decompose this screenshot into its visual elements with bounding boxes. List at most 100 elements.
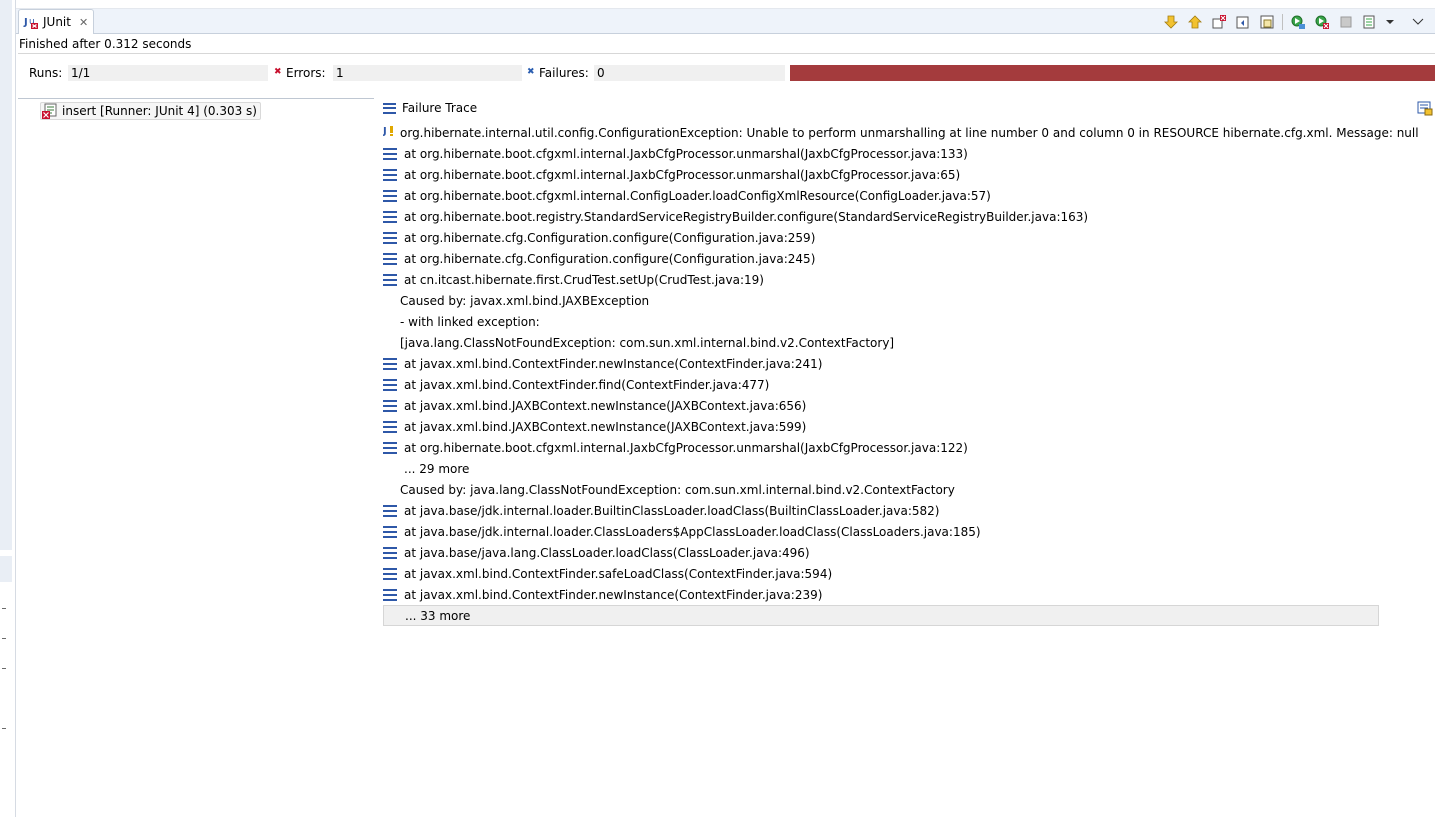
stack-frame-line[interactable]: at javax.xml.bind.ContextFinder.safeLoad… <box>383 563 1379 584</box>
trace-line-text: at org.hibernate.boot.cfgxml.internal.Ja… <box>404 146 968 161</box>
trace-line-text: - with linked exception: <box>400 314 540 329</box>
adjacent-tick <box>2 638 6 639</box>
stack-frame-icon <box>383 168 397 181</box>
stack-frame-line[interactable]: at java.base/jdk.internal.loader.Builtin… <box>383 500 1379 521</box>
trace-line-text: at java.base/jdk.internal.loader.Builtin… <box>404 503 940 518</box>
scroll-lock-icon[interactable] <box>1234 13 1252 31</box>
trace-line-text: at java.base/java.lang.ClassLoader.loadC… <box>404 545 810 560</box>
trace-more-line[interactable]: ... 29 more <box>383 458 1379 479</box>
trace-more-line[interactable]: ... 33 more <box>383 605 1379 626</box>
previous-failure-icon[interactable] <box>1186 13 1204 31</box>
adjacent-view-strip <box>0 0 16 817</box>
stack-frame-line[interactable]: at org.hibernate.cfg.Configuration.confi… <box>383 248 1379 269</box>
error-icon: ✖ <box>274 67 282 77</box>
stop-icon[interactable] <box>1337 13 1355 31</box>
trace-cause-line[interactable]: [java.lang.ClassNotFoundException: com.s… <box>383 332 1379 353</box>
failure-icon: ✖ <box>527 67 535 77</box>
test-run-history-icon[interactable] <box>1361 13 1379 31</box>
failures-label: Failures: <box>539 66 589 80</box>
trace-line-text: at org.hibernate.boot.registry.StandardS… <box>404 209 1089 224</box>
svg-text:J: J <box>23 17 28 28</box>
run-status-text: Finished after 0.312 seconds <box>19 37 192 51</box>
stack-frame-line[interactable]: at org.hibernate.boot.cfgxml.internal.Ja… <box>383 164 1379 185</box>
trace-line-text: at org.hibernate.boot.cfgxml.internal.Ja… <box>404 167 961 182</box>
stack-frame-line[interactable]: at org.hibernate.boot.cfgxml.internal.Co… <box>383 185 1379 206</box>
stack-frame-line[interactable]: at java.base/jdk.internal.loader.ClassLo… <box>383 521 1379 542</box>
tree-item-label: insert [Runner: JUnit 4] (0.303 s) <box>62 104 257 118</box>
stack-frame-line[interactable]: at javax.xml.bind.JAXBContext.newInstanc… <box>383 395 1379 416</box>
chevron-down-icon[interactable] <box>1385 13 1395 31</box>
tree-item-insert[interactable]: insert [Runner: JUnit 4] (0.303 s) <box>40 102 261 120</box>
toolbar-separator <box>1282 13 1283 30</box>
adjacent-tick <box>2 728 6 729</box>
compare-result-icon[interactable] <box>1417 100 1433 116</box>
trace-line-text: Caused by: javax.xml.bind.JAXBException <box>400 293 650 308</box>
close-tab-icon[interactable]: ✕ <box>79 16 88 29</box>
trace-line-text: at java.base/jdk.internal.loader.ClassLo… <box>404 524 981 539</box>
view-menu-icon[interactable] <box>1409 13 1427 31</box>
stack-frame-line[interactable]: at cn.itcast.hibernate.first.CrudTest.se… <box>383 269 1379 290</box>
trace-line-text: at cn.itcast.hibernate.first.CrudTest.se… <box>404 272 764 287</box>
failure-trace-title: Failure Trace <box>402 101 478 115</box>
stack-frame-icon <box>383 210 397 223</box>
stack-frame-line[interactable]: at javax.xml.bind.ContextFinder.find(Con… <box>383 374 1379 395</box>
errors-value: 1 <box>333 65 522 81</box>
trace-line-text: at javax.xml.bind.JAXBContext.newInstanc… <box>404 398 807 413</box>
stack-frame-icon <box>383 441 397 454</box>
stack-frame-icon <box>383 147 397 160</box>
trace-cause-line[interactable]: - with linked exception: <box>383 311 1379 332</box>
rerun-test-icon[interactable] <box>1289 13 1307 31</box>
stack-frame-icon <box>383 189 397 202</box>
stack-frame-line[interactable]: at javax.xml.bind.ContextFinder.newInsta… <box>383 353 1379 374</box>
trace-line-text: at org.hibernate.boot.cfgxml.internal.Co… <box>404 188 991 203</box>
errors-label: Errors: <box>286 66 326 80</box>
show-skipped-icon[interactable] <box>1258 13 1276 31</box>
trace-cause-line[interactable]: Caused by: java.lang.ClassNotFoundExcept… <box>383 479 1379 500</box>
next-failure-icon[interactable] <box>1162 13 1180 31</box>
stack-frame-icon <box>383 357 397 370</box>
tab-junit[interactable]: J u JUnit ✕ <box>18 9 94 34</box>
stack-frame-line[interactable]: at java.base/java.lang.ClassLoader.loadC… <box>383 542 1379 563</box>
runs-value: 1/1 <box>68 65 268 81</box>
test-progress-bar <box>790 65 1435 81</box>
stack-frame-line[interactable]: at org.hibernate.cfg.Configuration.confi… <box>383 227 1379 248</box>
trace-line-text: at javax.xml.bind.ContextFinder.find(Con… <box>404 377 770 392</box>
trace-line-text: at javax.xml.bind.ContextFinder.newInsta… <box>404 356 823 371</box>
failures-value: 0 <box>594 65 785 81</box>
stack-frame-icon <box>383 420 397 433</box>
failure-trace-header: Failure Trace <box>383 99 477 117</box>
stack-frame-icon <box>383 378 397 391</box>
stack-frame-line[interactable]: at org.hibernate.boot.cfgxml.internal.Ja… <box>383 143 1379 164</box>
stack-frame-icon <box>383 546 397 559</box>
junit-icon: J u <box>23 14 39 30</box>
stack-frame-icon <box>383 252 397 265</box>
stack-frame-icon <box>383 525 397 538</box>
show-failures-only-icon[interactable] <box>1210 13 1228 31</box>
trace-line-text: ... 29 more <box>404 461 470 476</box>
trace-cause-line[interactable]: Caused by: javax.xml.bind.JAXBException <box>383 290 1379 311</box>
stack-frame-line[interactable]: at javax.xml.bind.JAXBContext.newInstanc… <box>383 416 1379 437</box>
trace-line-text: at javax.xml.bind.JAXBContext.newInstanc… <box>404 419 807 434</box>
trace-line-text: ... 33 more <box>405 608 471 623</box>
view-toolbar <box>1162 11 1427 32</box>
trace-exception-line[interactable]: J org.hibernate.internal.util.config.Con… <box>382 122 1419 143</box>
test-error-icon <box>42 103 58 119</box>
stack-frame-icon <box>383 231 397 244</box>
exception-icon: J <box>382 124 397 141</box>
stack-frame-line[interactable]: at org.hibernate.boot.cfgxml.internal.Ja… <box>383 437 1379 458</box>
stack-frame-icon <box>383 273 397 286</box>
stack-frame-icon <box>383 504 397 517</box>
stack-frame-icon <box>383 399 397 412</box>
stack-frame-line[interactable]: at javax.xml.bind.ContextFinder.newInsta… <box>383 584 1379 605</box>
stack-frame-line[interactable]: at org.hibernate.boot.registry.StandardS… <box>383 206 1379 227</box>
adjacent-tick <box>2 668 6 669</box>
adjacent-tick <box>2 608 6 609</box>
tab-label: JUnit <box>43 15 71 29</box>
failure-trace-list: J org.hibernate.internal.util.config.Con… <box>382 122 1419 626</box>
test-tree: insert [Runner: JUnit 4] (0.303 s) <box>18 98 374 817</box>
rerun-failed-first-icon[interactable] <box>1313 13 1331 31</box>
trace-line-text: [java.lang.ClassNotFoundException: com.s… <box>400 335 895 350</box>
exception-text: org.hibernate.internal.util.config.Confi… <box>400 125 1419 140</box>
view-tab-bar: J u JUnit ✕ <box>16 9 1435 34</box>
stack-frame-icon <box>383 588 397 601</box>
